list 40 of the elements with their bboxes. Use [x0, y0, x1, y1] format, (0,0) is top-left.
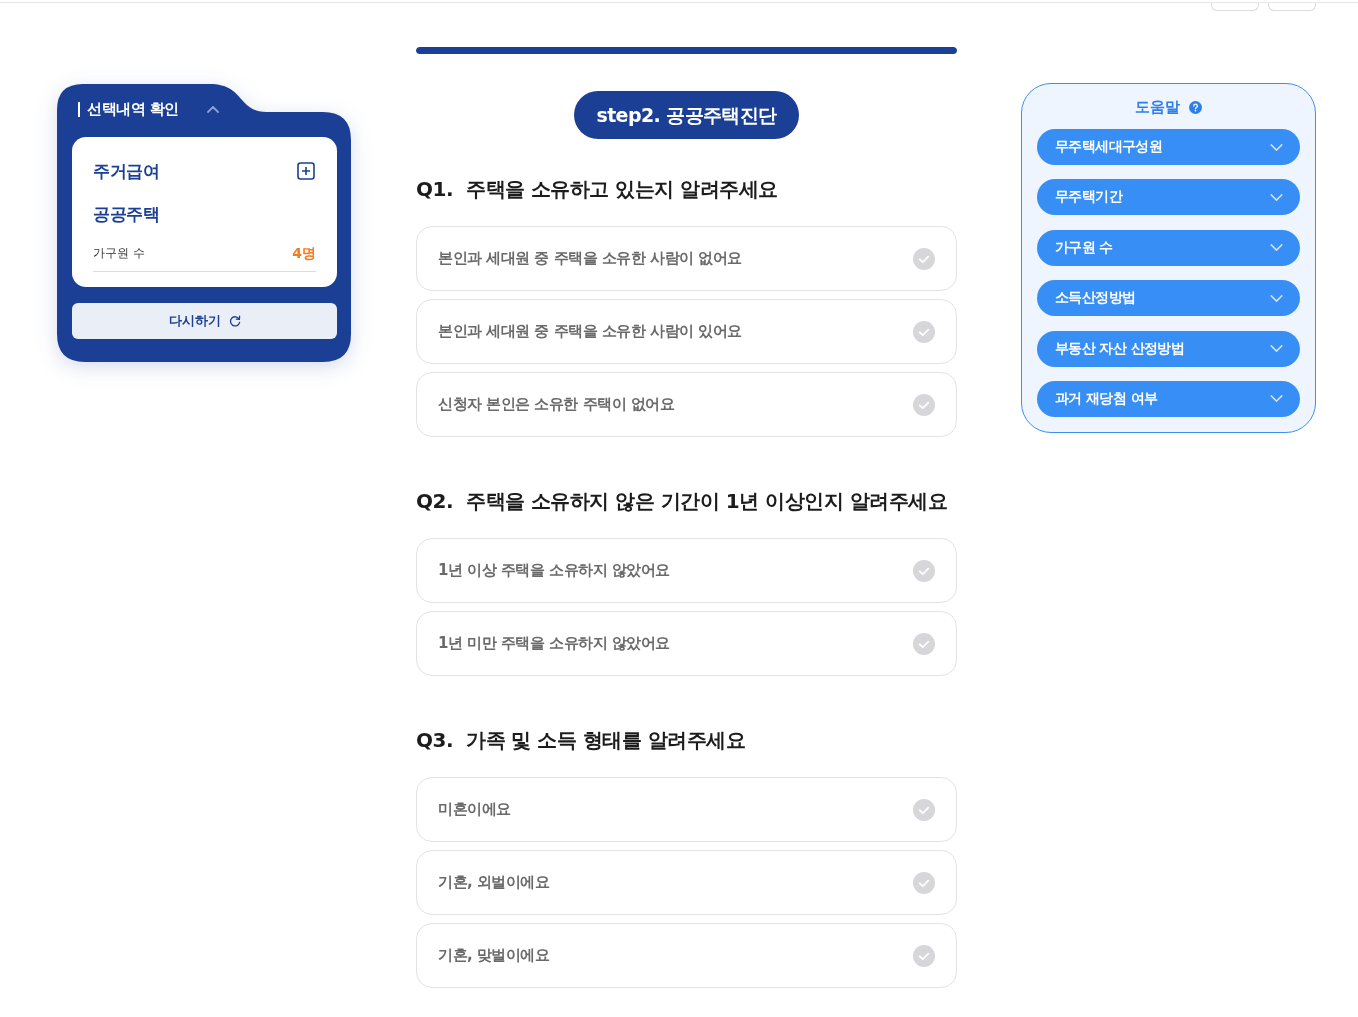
- help-accordion-item[interactable]: 소득산정방법: [1037, 280, 1300, 317]
- question-title: 주택을 소유하고 있는지 알려주세요: [466, 175, 778, 203]
- answer-option[interactable]: 기혼, 맞벌이에요: [416, 923, 957, 988]
- answer-option[interactable]: 본인과 세대원 중 주택을 소유한 사람이 없어요: [416, 226, 957, 291]
- answer-option[interactable]: 본인과 세대원 중 주택을 소유한 사람이 있어요: [416, 299, 957, 364]
- help-accordion-item[interactable]: 가구원 수: [1037, 229, 1300, 266]
- chevron-up-icon[interactable]: [206, 105, 219, 113]
- check-circle-icon: [913, 632, 935, 655]
- help-accordion-item[interactable]: 과거 재당첨 여부: [1037, 380, 1300, 417]
- reset-button[interactable]: 다시하기: [72, 303, 337, 339]
- detail-label: 가구원 수: [93, 245, 145, 262]
- help-accordion-item[interactable]: 무주택기간: [1037, 179, 1300, 216]
- question-title: 가족 및 소득 형태를 알려주세요: [466, 726, 746, 754]
- check-circle-icon: [913, 247, 935, 270]
- check-circle-icon: [913, 944, 935, 967]
- step-badge: step2. 공공주택진단: [574, 91, 799, 139]
- check-circle-icon: [913, 320, 935, 343]
- detail-value: 4명: [292, 244, 316, 263]
- check-circle-icon: [913, 798, 935, 821]
- help-accordion-item[interactable]: 무주택세대구성원: [1037, 129, 1300, 165]
- selected-category: 주거급여: [93, 159, 159, 183]
- question-title: 주택을 소유하지 않은 기간이 1년 이상인지 알려주세요: [466, 487, 948, 515]
- answer-option[interactable]: 신청자 본인은 소유한 주택이 없어요: [416, 372, 957, 437]
- check-circle-icon: [913, 393, 935, 416]
- question-number: Q3.: [416, 728, 454, 752]
- question-number: Q1.: [416, 177, 454, 201]
- answer-option[interactable]: 1년 이상 주택을 소유하지 않았어요: [416, 538, 957, 603]
- question-number: Q2.: [416, 489, 454, 513]
- answer-option[interactable]: 1년 미만 주택을 소유하지 않았어요: [416, 611, 957, 676]
- panel-title: 선택내역 확인: [87, 99, 179, 119]
- refresh-icon: [228, 315, 241, 327]
- answer-option[interactable]: 미혼이에요: [416, 777, 957, 842]
- check-circle-icon: [913, 871, 935, 894]
- selected-category: 공공주택: [93, 202, 159, 226]
- help-icon[interactable]: [1189, 100, 1202, 114]
- answer-option[interactable]: 기혼, 외벌이에요: [416, 850, 957, 915]
- help-title: 도움말: [1135, 97, 1180, 117]
- help-accordion-item[interactable]: 부동산 자산 산정방법: [1037, 330, 1300, 367]
- plus-square-icon[interactable]: [297, 162, 315, 180]
- check-circle-icon: [913, 559, 935, 582]
